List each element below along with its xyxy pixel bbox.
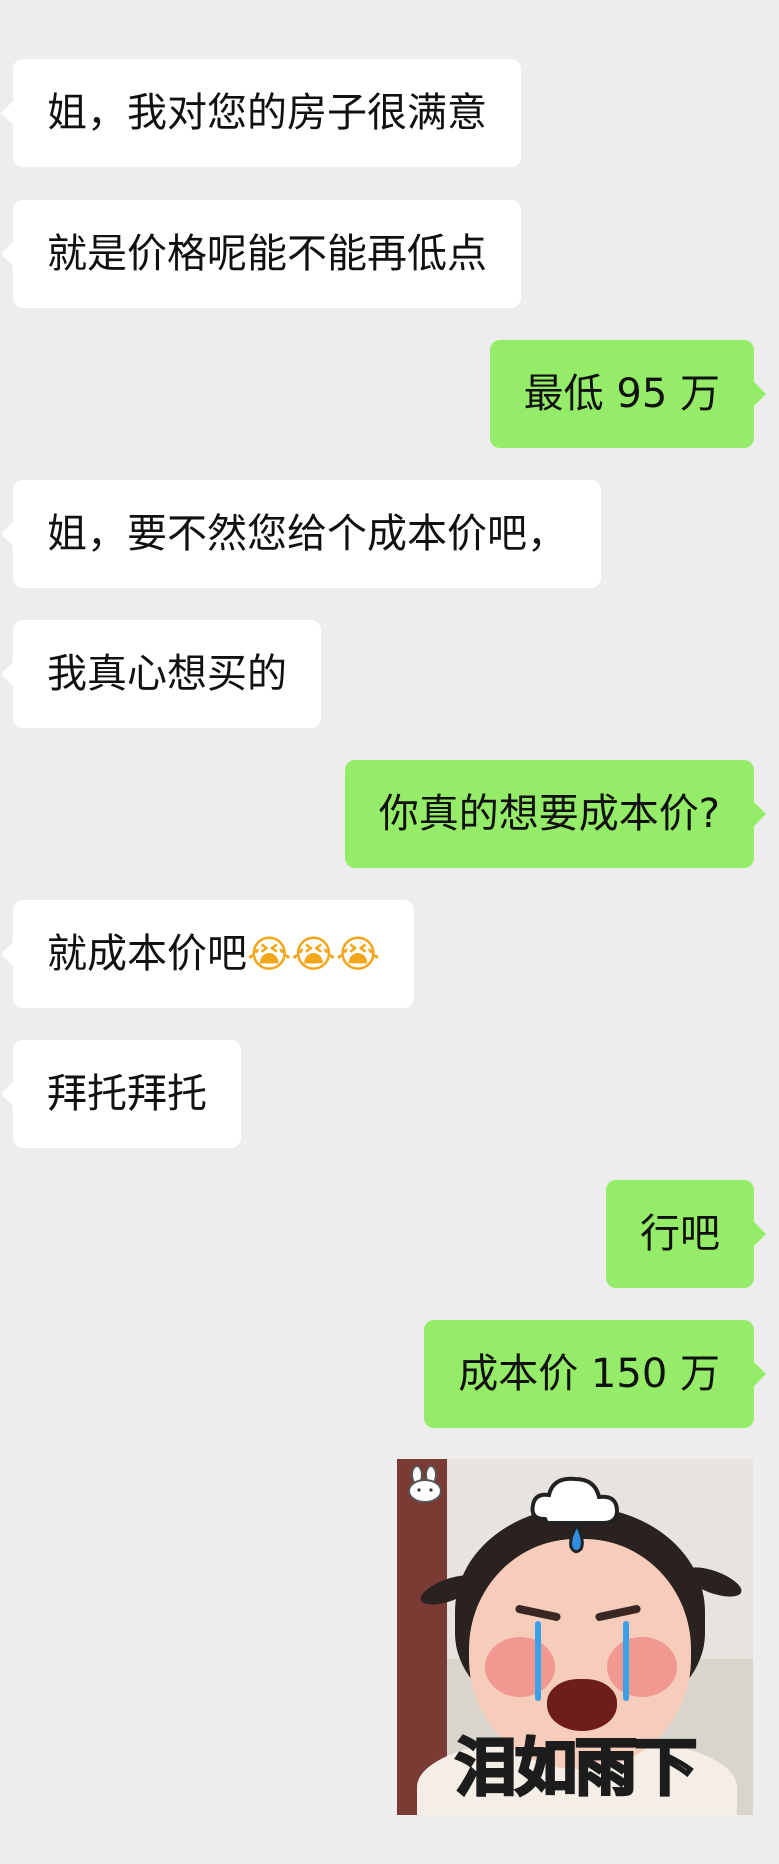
message-text: 最低 95 万 <box>523 371 720 417</box>
message-bubble-incoming[interactable]: 就是价格呢能不能再低点 <box>1 200 521 308</box>
message-text: 就成本价吧 <box>47 931 247 977</box>
sticker-tear <box>535 1621 541 1701</box>
message-text: 拜托拜托 <box>47 1071 207 1117</box>
loudly-crying-face-icon: 😭😭😭 <box>247 932 381 976</box>
sticker-cheek <box>485 1637 555 1697</box>
message-bubble-incoming[interactable]: 拜托拜托 <box>1 1040 241 1148</box>
message-bubble-incoming[interactable]: 姐，要不然您给个成本价吧， <box>1 480 601 588</box>
message-bubble-outgoing[interactable]: 最低 95 万 <box>489 340 767 448</box>
message-text: 我真心想买的 <box>47 651 287 697</box>
message-bubble-incoming[interactable]: 就成本价吧😭😭😭 <box>0 900 415 1008</box>
message-text: 成本价 150 万 <box>458 1351 720 1397</box>
rain-cloud-icon <box>530 1476 620 1554</box>
message-text: 你真的想要成本价? <box>378 791 720 837</box>
message-text: 就是价格呢能不能再低点 <box>47 231 487 277</box>
sticker-caption: 泪如雨下 <box>453 1730 698 1806</box>
message-bubble-outgoing[interactable]: 行吧 <box>606 1180 766 1288</box>
sticker-tear <box>623 1621 629 1701</box>
message-bubble-incoming[interactable]: 我真心想买的 <box>1 620 321 728</box>
message-text: 行吧 <box>640 1211 720 1257</box>
message-text: 姐，要不然您给个成本价吧， <box>47 511 567 557</box>
sticker-cheek <box>607 1637 677 1697</box>
bunny-watermark-icon <box>408 1465 442 1503</box>
message-text: 姐，我对您的房子很满意 <box>47 90 487 136</box>
message-bubble-incoming[interactable]: 姐，我对您的房子很满意 <box>1 59 521 167</box>
message-bubble-outgoing[interactable]: 成本价 150 万 <box>424 1320 766 1428</box>
message-bubble-outgoing[interactable]: 你真的想要成本价? <box>344 760 767 868</box>
sticker-image[interactable]: 泪如雨下 <box>397 1459 753 1815</box>
